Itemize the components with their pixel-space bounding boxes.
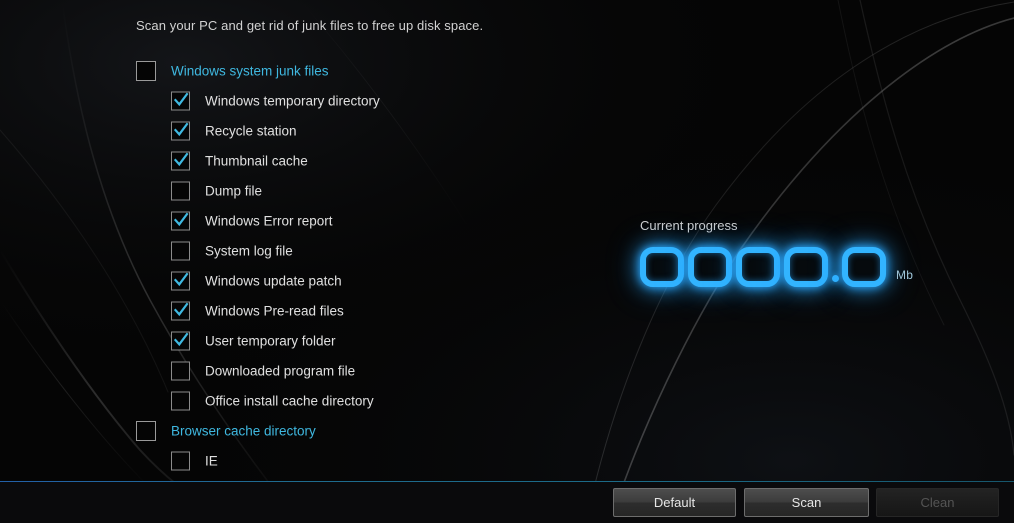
junk-group-row[interactable]: Windows system junk files	[0, 56, 620, 86]
progress-readout: Mb	[640, 247, 913, 287]
checkmark-icon	[173, 302, 188, 316]
progress-unit: Mb	[896, 268, 914, 282]
item-checkbox[interactable]	[171, 151, 190, 171]
junk-item-row[interactable]: User temporary folder	[0, 326, 620, 356]
junk-item-row[interactable]: Windows Pre-read files	[0, 296, 620, 326]
junk-item-row[interactable]: Dump file	[0, 176, 620, 206]
progress-digit	[736, 247, 780, 287]
progress-digit	[640, 247, 684, 287]
item-label: Windows temporary directory	[205, 93, 380, 109]
progress-digit	[784, 247, 828, 287]
decimal-point	[832, 275, 839, 282]
item-checkbox[interactable]	[171, 331, 190, 351]
default-button[interactable]: Default	[613, 488, 736, 517]
junk-item-row[interactable]: Windows update patch	[0, 266, 620, 296]
scan-button[interactable]: Scan	[744, 488, 869, 517]
item-label: User temporary folder	[205, 333, 336, 349]
item-checkbox[interactable]	[171, 391, 190, 411]
footer-bar: Default Scan Clean	[0, 482, 1014, 523]
item-checkbox[interactable]	[171, 361, 190, 381]
checkmark-icon	[173, 92, 188, 106]
intro-description: Scan your PC and get rid of junk files t…	[136, 18, 484, 33]
junk-item-row[interactable]: Downloaded program file	[0, 356, 620, 386]
item-checkbox[interactable]	[171, 121, 190, 141]
group-label: Browser cache directory	[171, 423, 316, 439]
junk-item-row[interactable]: IE	[0, 446, 620, 476]
checkmark-icon	[173, 152, 188, 166]
item-checkbox[interactable]	[171, 271, 190, 291]
current-progress-label: Current progress	[640, 218, 738, 233]
checkmark-icon	[173, 332, 188, 346]
item-label: System log file	[205, 243, 293, 259]
checkmark-icon	[173, 212, 188, 226]
item-label: Recycle station	[205, 123, 297, 139]
item-checkbox[interactable]	[171, 451, 190, 471]
item-checkbox[interactable]	[171, 211, 190, 231]
item-checkbox[interactable]	[171, 181, 190, 201]
checkmark-icon	[173, 272, 188, 286]
item-checkbox[interactable]	[171, 91, 190, 111]
junk-item-row[interactable]: Windows temporary directory	[0, 86, 620, 116]
group-checkbox[interactable]	[136, 61, 156, 81]
item-label: Windows Pre-read files	[205, 303, 344, 319]
junk-item-row[interactable]: System log file	[0, 236, 620, 266]
clean-button[interactable]: Clean	[876, 488, 999, 517]
group-checkbox[interactable]	[136, 421, 156, 441]
junk-item-row[interactable]: Windows Error report	[0, 206, 620, 236]
item-label: Dump file	[205, 183, 263, 199]
item-label: Downloaded program file	[205, 363, 356, 379]
junk-item-row[interactable]: Thumbnail cache	[0, 146, 620, 176]
junk-group-row[interactable]: Browser cache directory	[0, 416, 620, 446]
progress-digit	[688, 247, 732, 287]
item-label: Office install cache directory	[205, 393, 374, 409]
junk-item-row[interactable]: Office install cache directory	[0, 386, 620, 416]
item-label: Windows Error report	[205, 213, 333, 229]
group-label: Windows system junk files	[171, 63, 329, 79]
item-label: Windows update patch	[205, 273, 342, 289]
progress-digit	[842, 247, 886, 287]
item-label: Thumbnail cache	[205, 153, 308, 169]
checkmark-icon	[173, 122, 188, 136]
item-checkbox[interactable]	[171, 241, 190, 261]
junk-file-list: Windows system junk files Windows tempora…	[0, 56, 620, 476]
junk-item-row[interactable]: Recycle station	[0, 116, 620, 146]
current-progress-panel: Current progress Mb	[640, 218, 913, 287]
item-label: IE	[205, 453, 218, 469]
item-checkbox[interactable]	[171, 301, 190, 321]
